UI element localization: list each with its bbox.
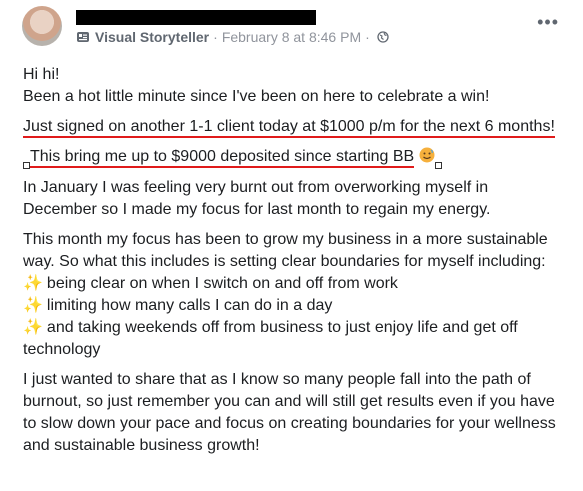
sparkles-icon: ✨ xyxy=(23,275,43,292)
highlighted-paragraph: This bring me up to $9000 deposited sinc… xyxy=(23,146,563,169)
post-timestamp[interactable]: February 8 at 8:46 PM xyxy=(222,29,361,45)
bullet-item: ✨ limiting how many calls I can do in a d… xyxy=(23,297,333,314)
post-paragraph: This month my focus has been to grow my … xyxy=(23,231,548,270)
highlighted-text: This bring me up to $9000 deposited sinc… xyxy=(30,148,415,168)
post-paragraph: Been a hot little minute since I've been… xyxy=(23,88,490,105)
highlighted-paragraph: Just signed on another 1-1 client today … xyxy=(23,116,563,138)
selection-handle[interactable] xyxy=(23,162,30,169)
author-name-redacted xyxy=(76,10,316,25)
globe-icon[interactable] xyxy=(377,31,389,43)
selection-handle[interactable] xyxy=(434,162,442,169)
bullet-item: ✨ being clear on when I switch on and off… xyxy=(23,275,398,292)
sparkles-icon: ✨ xyxy=(23,319,43,336)
bullet-item: ✨ and taking weekends off from business t… xyxy=(23,319,518,358)
meta-separator: · xyxy=(365,29,370,45)
post-paragraph: In January I was feeling very burnt out … xyxy=(23,179,491,218)
post-body: Hi hi! Been a hot little minute since I'… xyxy=(23,64,563,465)
post-greeting: Hi hi! xyxy=(23,66,60,83)
highlighted-text: Just signed on another 1-1 client today … xyxy=(23,118,555,138)
post-meta: Visual Storyteller · February 8 at 8:46 … xyxy=(76,28,389,46)
more-options-icon[interactable]: ••• xyxy=(537,13,559,31)
post-card: Visual Storyteller · February 8 at 8:46 … xyxy=(0,0,583,491)
post-paragraph: I just wanted to share that as I know so… xyxy=(23,371,556,454)
avatar[interactable] xyxy=(22,6,62,46)
badge-icon xyxy=(77,32,89,42)
hot-face-emoji-icon xyxy=(419,147,435,163)
author-role[interactable]: Visual Storyteller xyxy=(95,29,209,45)
meta-separator: · xyxy=(213,29,218,45)
sparkles-icon: ✨ xyxy=(23,297,43,314)
